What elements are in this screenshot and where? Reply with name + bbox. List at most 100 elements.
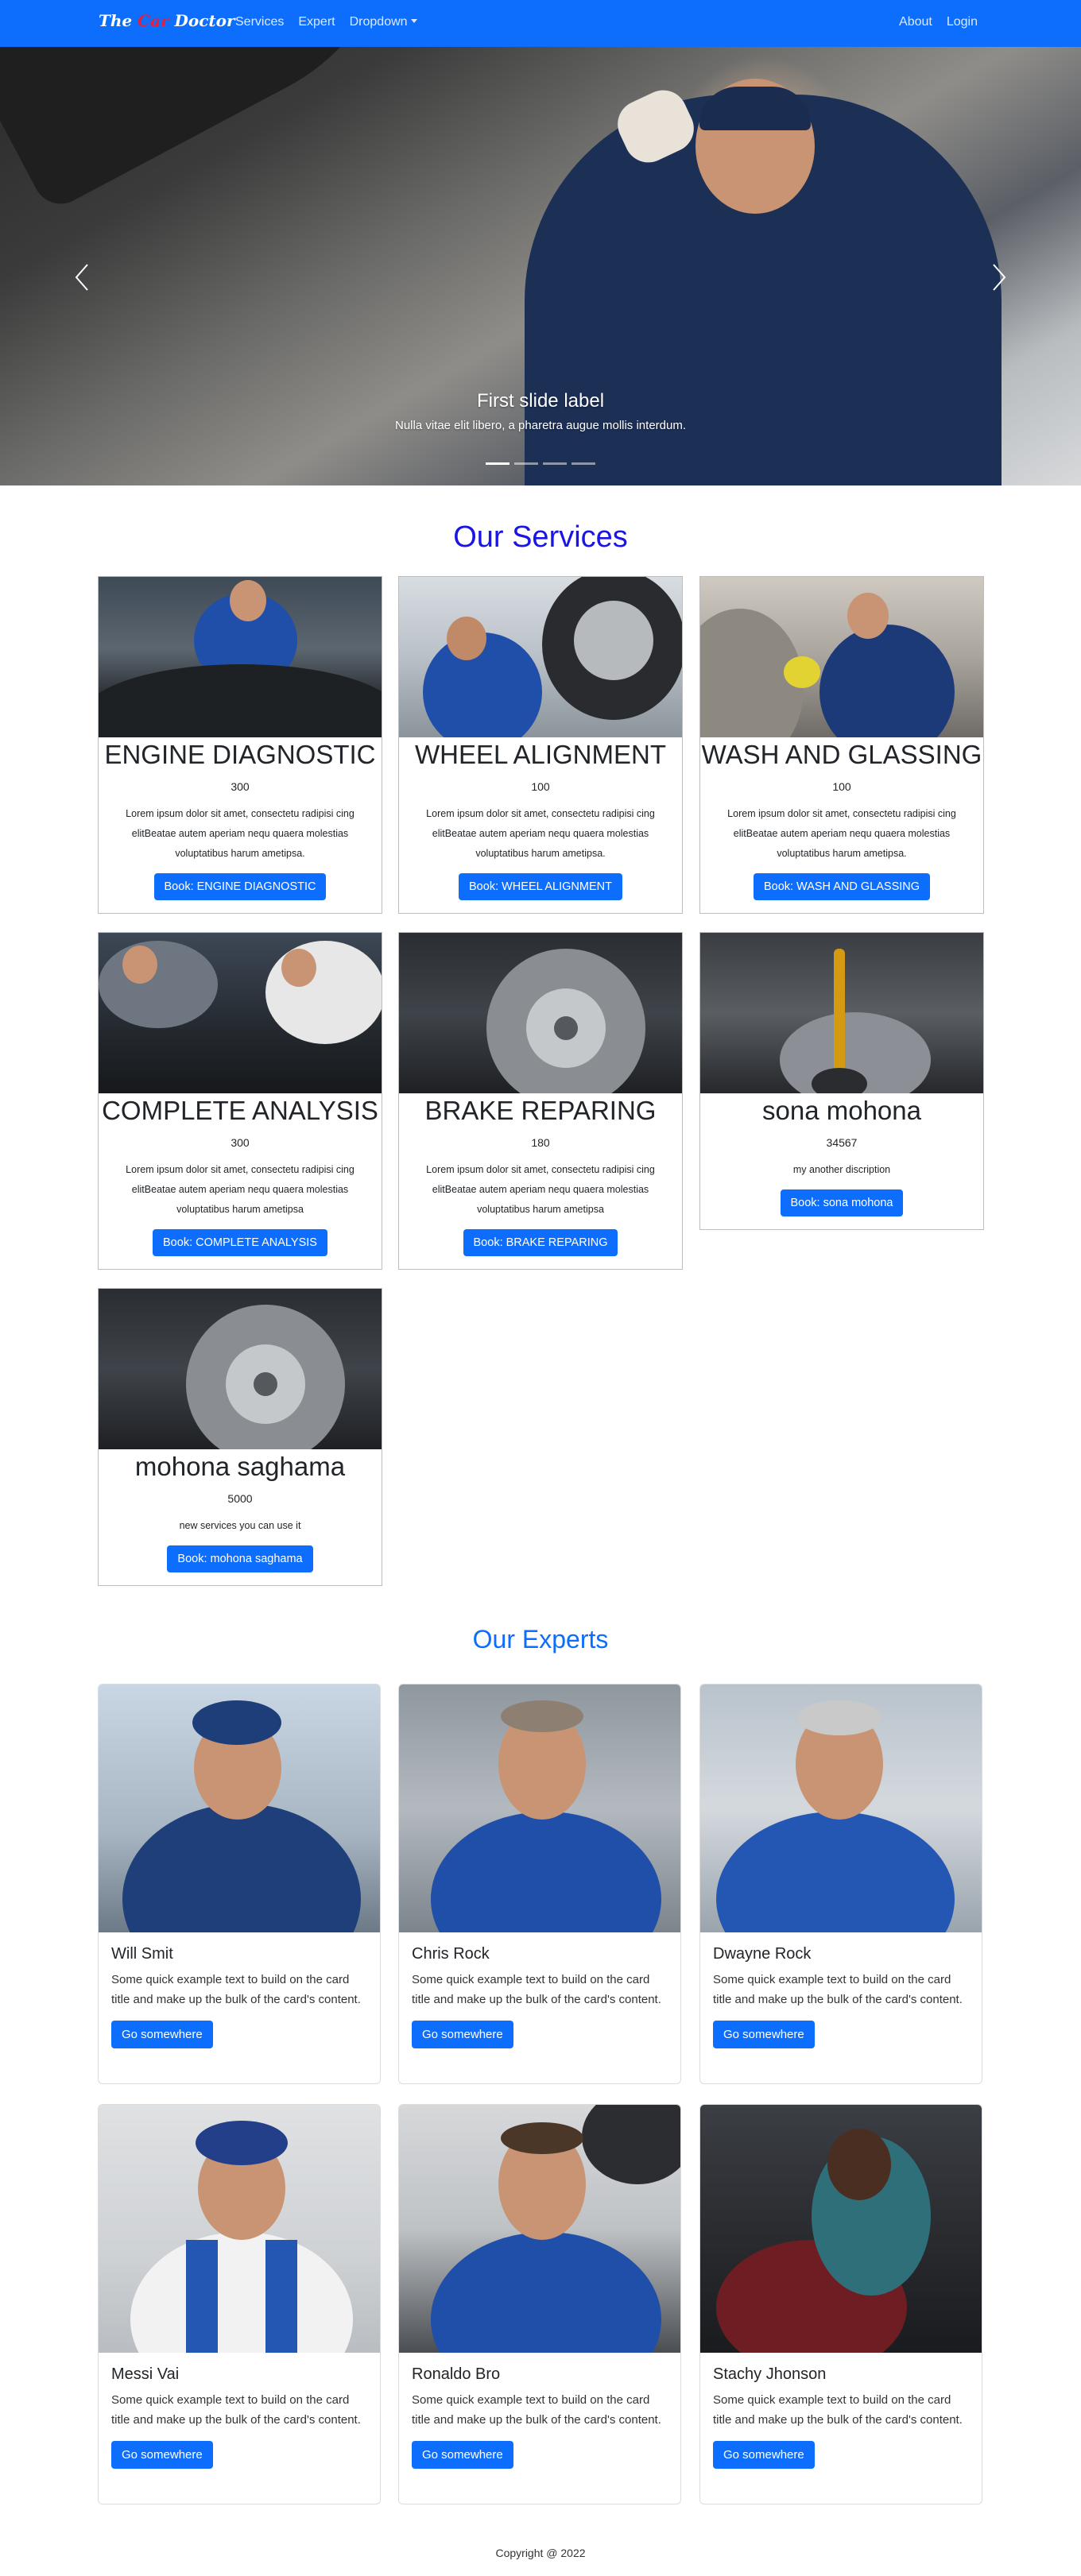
book-service-button[interactable]: Book: sona mohona	[780, 1189, 904, 1216]
expert-card: Dwayne Rock Some quick example text to b…	[699, 1684, 982, 2084]
nav-link-login[interactable]: Login	[947, 15, 978, 29]
expert-name: Ronaldo Bro	[412, 2365, 501, 2383]
nav-dropdown[interactable]: Dropdown	[350, 15, 417, 29]
service-card: mohona saghama 5000 new services you can…	[98, 1288, 382, 1586]
expert-card: Chris Rock Some quick example text to bu…	[398, 1684, 681, 2084]
service-title: sona mohona	[762, 1096, 921, 1125]
service-card: WHEEL ALIGNMENT 100 Lorem ipsum dolor si…	[398, 576, 683, 914]
brand-logo[interactable]: The Car Doctor	[99, 11, 235, 30]
expert-photo	[99, 1684, 380, 1932]
service-title: WASH AND GLASSING	[701, 740, 982, 769]
book-service-button[interactable]: Book: COMPLETE ANALYSIS	[153, 1229, 327, 1256]
carousel-caption: First slide label Nulla vitae elit liber…	[0, 390, 1081, 432]
expert-photo	[399, 2105, 680, 2353]
expert-photo	[399, 1684, 680, 1932]
carousel-indicators	[0, 462, 1081, 465]
expert-card-body: Stachy Jhonson Some quick example text t…	[700, 2353, 982, 2481]
hero-carousel: First slide label Nulla vitae elit liber…	[0, 47, 1081, 485]
service-image	[399, 577, 682, 737]
experts-heading: Our Experts	[472, 1625, 609, 1654]
expert-text: Some quick example text to build on the …	[412, 2393, 661, 2427]
carousel-caption-text: Nulla vitae elit libero, a pharetra augu…	[394, 419, 687, 432]
expert-card: Messi Vai Some quick example text to bui…	[98, 2104, 381, 2504]
service-title: ENGINE DIAGNOSTIC	[104, 740, 376, 769]
book-service-button[interactable]: Book: ENGINE DIAGNOSTIC	[153, 873, 327, 900]
expert-photo	[700, 1684, 982, 1932]
brand-text-the: The	[99, 11, 138, 30]
go-somewhere-button[interactable]: Go somewhere	[111, 2441, 213, 2469]
expert-card-body: Chris Rock Some quick example text to bu…	[399, 1932, 680, 2061]
carousel-indicator-2[interactable]	[514, 462, 538, 465]
expert-name: Will Smit	[111, 1945, 173, 1963]
book-service-button[interactable]: Book: WASH AND GLASSING	[753, 873, 931, 900]
expert-name: Dwayne Rock	[713, 1945, 812, 1963]
service-description: Lorem ipsum dolor sit amet, consectetu r…	[126, 1164, 355, 1215]
service-title: WHEEL ALIGNMENT	[415, 740, 666, 769]
services-heading: Our Services	[453, 520, 628, 554]
carousel-prev-button[interactable]	[70, 253, 94, 301]
nav-link-about[interactable]: About	[899, 15, 932, 29]
service-image	[399, 933, 682, 1093]
expert-photo	[99, 2105, 380, 2353]
chevron-left-icon	[75, 264, 88, 291]
service-title: BRAKE REPARING	[424, 1096, 657, 1125]
hero-image-hood	[0, 47, 471, 214]
go-somewhere-button[interactable]: Go somewhere	[111, 2021, 213, 2048]
service-card: ENGINE DIAGNOSTIC 300 Lorem ipsum dolor …	[98, 576, 382, 914]
service-description: Lorem ipsum dolor sit amet, consectetu r…	[426, 1164, 655, 1215]
expert-text: Some quick example text to build on the …	[111, 2393, 361, 2427]
service-card: WASH AND GLASSING 100 Lorem ipsum dolor …	[699, 576, 984, 914]
book-service-button[interactable]: Book: BRAKE REPARING	[463, 1229, 618, 1256]
expert-text: Some quick example text to build on the …	[713, 1973, 963, 2006]
nav-links-left: Services Expert Dropdown	[235, 15, 417, 29]
brand-text-doctor: Doctor	[169, 11, 235, 30]
navbar: The Car Doctor Services Expert Dropdown …	[0, 0, 1081, 47]
service-image	[99, 1289, 382, 1449]
go-somewhere-button[interactable]: Go somewhere	[713, 2021, 815, 2048]
expert-card: Will Smit Some quick example text to bui…	[98, 1684, 381, 2084]
expert-text: Some quick example text to build on the …	[412, 1973, 661, 2006]
service-image	[99, 933, 382, 1093]
service-card: sona mohona 34567 my another discription…	[699, 932, 984, 1230]
go-somewhere-button[interactable]: Go somewhere	[412, 2021, 513, 2048]
nav-link-services[interactable]: Services	[235, 15, 284, 29]
hero-image-cap	[699, 87, 811, 130]
book-service-button[interactable]: Book: WHEEL ALIGNMENT	[459, 873, 622, 900]
chevron-right-icon	[993, 264, 1006, 291]
nav-links-right: About Login	[899, 15, 978, 29]
carousel-next-button[interactable]	[987, 253, 1011, 301]
service-price: 5000	[227, 1492, 253, 1505]
expert-card-body: Will Smit Some quick example text to bui…	[99, 1932, 380, 2061]
carousel-caption-title: First slide label	[476, 390, 605, 412]
go-somewhere-button[interactable]: Go somewhere	[713, 2441, 815, 2469]
brand-text-car: Car	[138, 11, 169, 30]
expert-photo	[700, 2105, 982, 2353]
expert-card-body: Ronaldo Bro Some quick example text to b…	[399, 2353, 680, 2481]
book-service-button[interactable]: Book: mohona saghama	[167, 1545, 313, 1572]
expert-name: Chris Rock	[412, 1945, 490, 1963]
service-description: my another discription	[792, 1164, 891, 1175]
service-description: Lorem ipsum dolor sit amet, consectetu r…	[727, 808, 956, 859]
service-price: 34567	[826, 1136, 858, 1149]
expert-card-body: Messi Vai Some quick example text to bui…	[99, 2353, 380, 2481]
service-card: BRAKE REPARING 180 Lorem ipsum dolor sit…	[398, 932, 683, 1270]
service-description: new services you can use it	[179, 1520, 301, 1531]
service-price: 100	[832, 780, 851, 793]
caret-down-icon	[410, 19, 417, 23]
expert-text: Some quick example text to build on the …	[111, 1973, 361, 2006]
carousel-indicator-1[interactable]	[486, 462, 510, 465]
service-title: COMPLETE ANALYSIS	[102, 1096, 378, 1125]
expert-card: Stachy Jhonson Some quick example text t…	[699, 2104, 982, 2504]
service-price: 300	[231, 1136, 250, 1149]
expert-card-body: Dwayne Rock Some quick example text to b…	[700, 1932, 982, 2061]
expert-card: Ronaldo Bro Some quick example text to b…	[398, 2104, 681, 2504]
service-description: Lorem ipsum dolor sit amet, consectetu r…	[126, 808, 355, 859]
nav-link-expert[interactable]: Expert	[298, 15, 335, 29]
service-price: 100	[531, 780, 550, 793]
expert-name: Stachy Jhonson	[713, 2365, 827, 2383]
go-somewhere-button[interactable]: Go somewhere	[412, 2441, 513, 2469]
carousel-indicator-4[interactable]	[571, 462, 595, 465]
service-description: Lorem ipsum dolor sit amet, consectetu r…	[426, 808, 655, 859]
carousel-indicator-3[interactable]	[543, 462, 567, 465]
service-card: COMPLETE ANALYSIS 300 Lorem ipsum dolor …	[98, 932, 382, 1270]
